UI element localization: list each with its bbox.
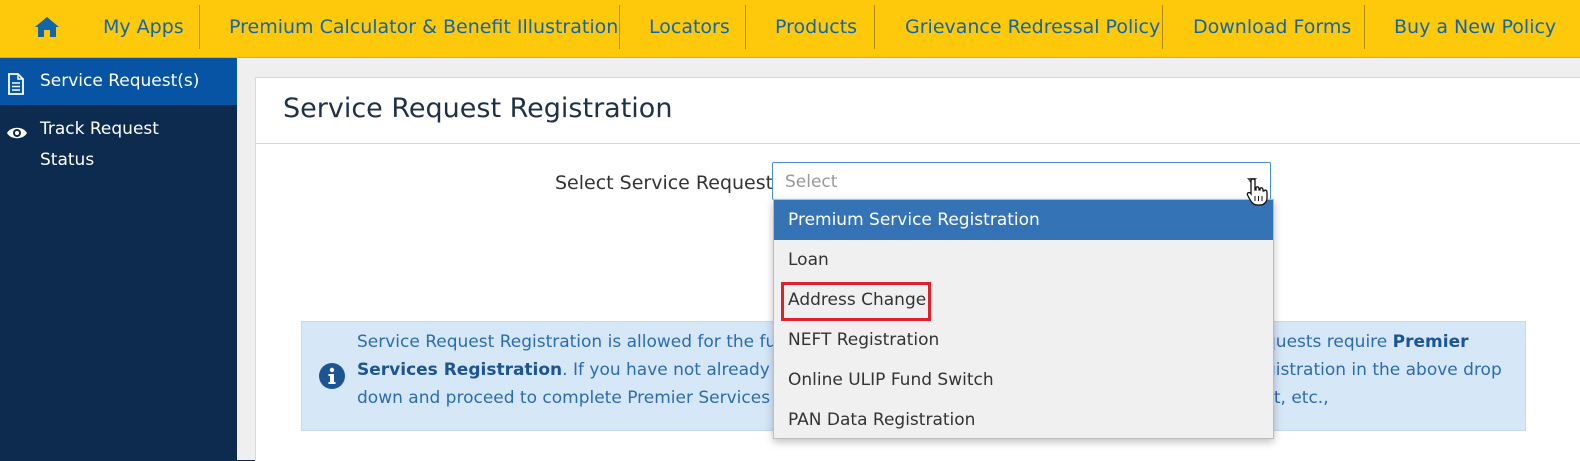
hand-cursor-icon xyxy=(1246,178,1268,206)
info-text-line: st, etc., xyxy=(1265,388,1329,408)
nav-divider xyxy=(619,5,620,49)
option-premium-service-registration[interactable]: Premium Service Registration xyxy=(774,200,1273,240)
nav-grievance-redressal-policy[interactable]: Grievance Redressal Policy xyxy=(905,0,1160,57)
info-bold-text: Premier xyxy=(1392,332,1469,352)
nav-products[interactable]: Products xyxy=(775,0,857,57)
select-placeholder: Select xyxy=(785,172,838,192)
document-icon xyxy=(8,73,24,95)
nav-divider xyxy=(199,5,200,49)
option-pan-data-registration[interactable]: PAN Data Registration xyxy=(774,400,1273,440)
option-loan[interactable]: Loan xyxy=(774,240,1273,280)
nav-divider xyxy=(1162,5,1163,49)
sidebar-item-service-requests[interactable]: Service Request(s) xyxy=(0,58,237,105)
eye-icon xyxy=(7,127,27,139)
nav-divider xyxy=(1364,5,1365,49)
sidebar-item-label: Service Request(s) xyxy=(40,71,200,91)
page-title: Service Request Registration xyxy=(283,93,673,124)
service-request-select[interactable]: Select xyxy=(772,162,1271,200)
title-divider xyxy=(256,143,1580,144)
sidebar-item-label: Status xyxy=(40,150,95,170)
info-bold-text: Services Registration xyxy=(357,360,563,380)
nav-locators[interactable]: Locators xyxy=(649,0,730,57)
select-service-request-label: Select Service Request xyxy=(555,172,774,194)
sidebar-item-track-request-status[interactable]: Track Request Status xyxy=(0,114,237,178)
info-text-line: down and proceed to complete Premier Ser… xyxy=(357,388,797,408)
info-text-line: Service Request Registration is allowed … xyxy=(357,332,804,352)
nav-download-forms[interactable]: Download Forms xyxy=(1193,0,1351,57)
option-neft-registration[interactable]: NEFT Registration xyxy=(774,320,1273,360)
sidebar: Service Request(s) Track Request Status xyxy=(0,58,237,460)
option-online-ulip-fund-switch[interactable]: Online ULIP Fund Switch xyxy=(774,360,1273,400)
nav-divider xyxy=(874,5,875,49)
nav-premium-calculator[interactable]: Premium Calculator & Benefit Illustratio… xyxy=(229,0,618,57)
top-navigation-bar: My Apps Premium Calculator & Benefit Ill… xyxy=(0,0,1580,58)
nav-divider xyxy=(745,5,746,49)
address-change-highlight-box xyxy=(781,282,931,321)
info-text-line: quests require xyxy=(1265,332,1388,352)
home-icon[interactable] xyxy=(34,15,60,39)
nav-buy-new-policy[interactable]: Buy a New Policy xyxy=(1394,0,1556,57)
sidebar-item-label: Track Request xyxy=(40,119,159,139)
nav-my-apps[interactable]: My Apps xyxy=(103,0,184,57)
info-text-line: gistration in the above drop xyxy=(1265,360,1502,380)
info-icon xyxy=(319,363,345,389)
